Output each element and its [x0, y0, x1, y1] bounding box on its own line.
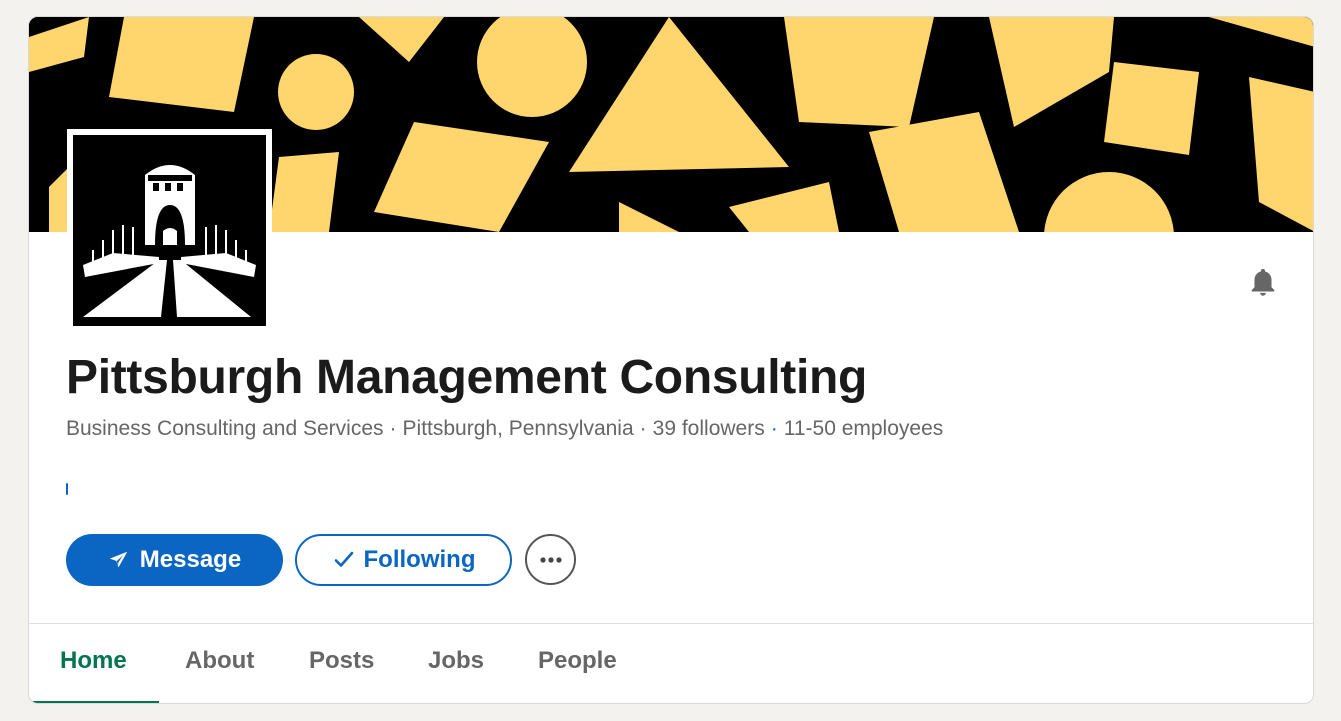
following-button-label: Following — [363, 546, 476, 573]
tabs-divider — [29, 623, 1313, 624]
tab-people[interactable]: People — [538, 647, 617, 675]
company-profile-card: Pittsburgh Management Consulting Busines… — [28, 16, 1314, 704]
separator-dot: · — [639, 417, 647, 440]
tab-home[interactable]: Home — [60, 647, 127, 675]
bell-icon — [1251, 268, 1275, 296]
following-button[interactable]: Following — [295, 534, 512, 586]
cursor-mark — [66, 483, 68, 495]
company-logo[interactable] — [67, 129, 272, 332]
send-icon — [108, 549, 130, 571]
company-followers[interactable]: 39 followers — [653, 417, 765, 440]
company-location: Pittsburgh, Pennsylvania — [402, 417, 634, 440]
tab-posts[interactable]: Posts — [309, 647, 374, 675]
separator-dot: · — [389, 417, 397, 440]
active-tab-indicator — [29, 701, 159, 703]
check-icon — [332, 548, 356, 572]
tab-jobs[interactable]: Jobs — [428, 647, 484, 675]
more-options-button[interactable] — [525, 534, 576, 585]
message-button[interactable]: Message — [66, 534, 283, 586]
company-employees[interactable]: 11-50 employees — [784, 417, 944, 440]
tab-about[interactable]: About — [185, 647, 254, 675]
notification-bell-button[interactable] — [1245, 265, 1281, 301]
bridge-logo-icon — [73, 135, 266, 326]
company-name: Pittsburgh Management Consulting — [66, 351, 868, 404]
separator-dot: · — [770, 417, 778, 440]
company-industry: Business Consulting and Services — [66, 417, 384, 440]
ellipsis-icon — [539, 556, 562, 563]
company-meta: Business Consulting and Services · Pittsbu… — [66, 417, 943, 441]
message-button-label: Message — [139, 546, 242, 573]
